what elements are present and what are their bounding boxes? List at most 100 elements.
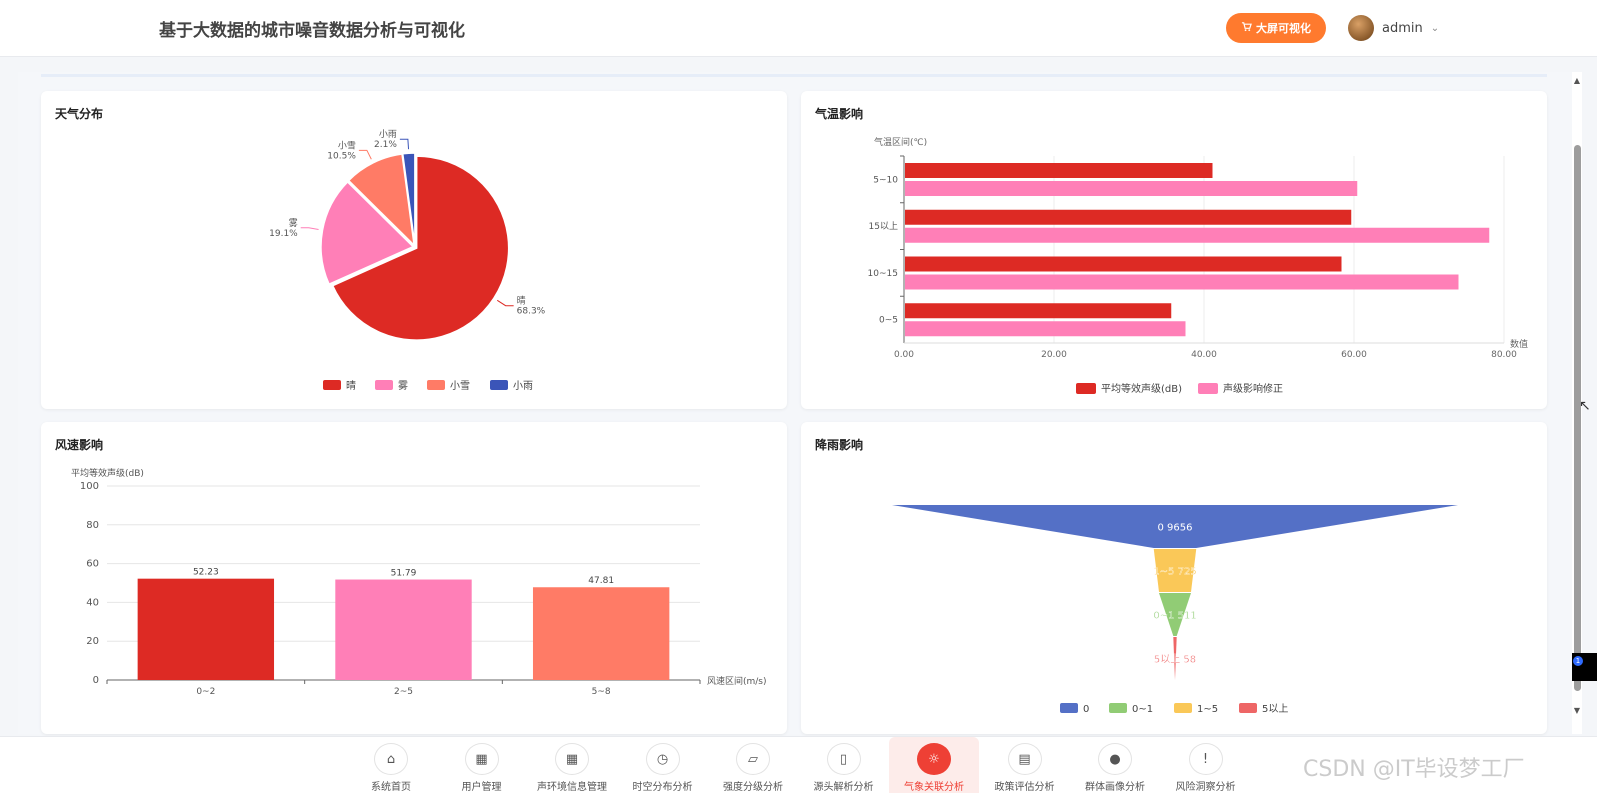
wind-card: 风速影响 平均等效声级(dB) 0 20 40 60 80 100 风速区间(m/s) 52.2… [41, 422, 787, 734]
hbar-xlabel: 数值 [1510, 338, 1528, 350]
scroll-up-arrow-icon[interactable]: ▲ [1572, 76, 1582, 85]
hbar-bar-0-0 [905, 163, 1213, 178]
cart-icon [1241, 21, 1252, 35]
nav-item-4[interactable]: ▱ 强度分级分析 [708, 737, 798, 793]
scrollbar-thumb[interactable] [1574, 145, 1581, 691]
hbar-xtick-1: 20.00 [1041, 350, 1067, 360]
nav-item-1[interactable]: ▦ 用户管理 [437, 737, 527, 793]
top-strip [41, 74, 1547, 77]
vbar-ytick-4: 80 [86, 520, 99, 531]
pie-label-pct-2: 10.5% [327, 151, 356, 161]
pie-label-name-1: 雾 [289, 218, 298, 229]
username: admin [1382, 20, 1423, 36]
temperature-bar-chart: 0.00 20.00 40.00 60.00 80.00 气温区间(℃) 数值 5~10 15以… [868, 136, 1528, 395]
book-icon: ▯ [826, 743, 861, 775]
hbar-bar-0-1 [905, 209, 1352, 225]
vbar-ytick-0: 0 [93, 675, 99, 686]
pie-legend-label-3: 小雨 [513, 380, 533, 392]
temperature-card: 气温影响 0.00 20.00 40.00 60.00 80.00 气温区间(℃) 数值 5~… [801, 91, 1547, 409]
nav-item-2[interactable]: ▦ 声环境信息管理 [527, 737, 617, 793]
nav-item-9[interactable]: ! 风险洞察分析 [1161, 737, 1251, 793]
alert-icon: ! [1188, 743, 1223, 775]
pie-label-pct-1: 19.1% [269, 229, 298, 239]
nav-item-label: 时空分布分析 [632, 782, 693, 793]
document-icon: ▤ [1007, 743, 1042, 775]
hbar-bar-1-0 [905, 181, 1358, 196]
vbar-value-label-1: 51.79 [391, 569, 417, 579]
vbar-bar-0 [137, 578, 275, 680]
hbar-legend-swatch-1 [1198, 383, 1218, 394]
weather-card: 天气分布 晴 68.3% 雾 19.1% 小雪 10.5% 小雨 2.1% 晴雾小雪 小雨 [41, 91, 787, 409]
pie-label-line-1 [300, 227, 319, 231]
vbar-xtick-label-1: 2~5 [394, 687, 413, 697]
nav-item-3[interactable]: ◷ 时空分布分析 [618, 737, 708, 793]
nav-item-label: 政策评估分析 [994, 782, 1055, 793]
hbar-xtick-3: 60.00 [1341, 350, 1367, 360]
notification-badge: 1 [1573, 656, 1583, 666]
hbar-legend-label-0: 平均等效声级(dB) [1101, 382, 1182, 395]
hbar-ytick-label-1: 15以上 [869, 221, 898, 232]
wind-bar-chart: 平均等效声级(dB) 0 20 40 60 80 100 风速区间(m/s) 52.23 0~2 5… [71, 467, 767, 697]
hbar-bar-1-1 [905, 227, 1490, 243]
hbar-ytick-label-2: 10~15 [868, 269, 898, 279]
hbar-ylabel: 气温区间(℃) [874, 136, 927, 148]
cursor-icon: ↖ [1579, 398, 1591, 414]
vbar-ytick-1: 20 [86, 636, 99, 647]
hbar-bar-1-2 [905, 274, 1459, 290]
clock-icon: ◷ [645, 743, 680, 775]
funnel-legend-swatch-0 [1060, 703, 1078, 713]
funnel-label-2: 0~1 511 [1153, 611, 1196, 622]
scroll-down-arrow-icon[interactable]: ▼ [1572, 706, 1582, 715]
nav-item-label: 用户管理 [461, 782, 502, 793]
funnel-legend-swatch-3 [1239, 703, 1257, 713]
nav-item-label: 强度分级分析 [723, 782, 783, 793]
presentation-icon: ▱ [736, 743, 770, 775]
vbar-ytick-3: 60 [86, 559, 99, 570]
funnel-legend-label-0: 0 [1083, 704, 1089, 715]
vbar-xtick-label-2: 5~8 [592, 687, 611, 697]
hbar-ytick-label-0: 5~10 [873, 175, 898, 185]
user-icon: ● [1098, 743, 1132, 775]
vbar-bar-1 [335, 579, 472, 680]
hbar-xtick-0: 0.00 [894, 350, 914, 360]
grid-icon: ▦ [555, 743, 589, 775]
hbar-bar-0-2 [905, 256, 1342, 272]
nav-item-label: 源头解析分析 [813, 782, 874, 793]
pie-label-name-2: 小雪 [338, 140, 356, 151]
vbar-ytick-5: 100 [80, 481, 99, 492]
nav-item-6[interactable]: ☼ 气象关联分析 [889, 737, 979, 793]
nav-item-0[interactable]: ⌂ 系统首页 [346, 737, 436, 793]
vbar-ylabel: 平均等效声级(dB) [71, 467, 144, 479]
hbar-ytick-label-3: 0~5 [879, 316, 898, 326]
nav-item-label: 系统首页 [371, 782, 411, 793]
bigscreen-label: 大屏可视化 [1256, 22, 1311, 35]
bigscreen-button[interactable]: 大屏可视化 [1226, 13, 1326, 43]
vbar-value-label-0: 52.23 [193, 568, 219, 578]
funnel-legend-label-1: 0~1 [1132, 704, 1153, 715]
hbar-bar-1-3 [905, 321, 1186, 337]
funnel-legend-swatch-2 [1174, 703, 1192, 713]
funnel-legend-swatch-1 [1109, 703, 1127, 713]
pie-label-line-2 [358, 149, 372, 160]
chevron-down-icon: ⌄ [1430, 22, 1440, 34]
avatar [1348, 15, 1374, 41]
grid-icon: ▦ [464, 743, 499, 775]
nav-item-label: 气象关联分析 [904, 782, 964, 793]
nav-item-5[interactable]: ▯ 源头解析分析 [799, 737, 889, 793]
nav-item-8[interactable]: ● 群体画像分析 [1070, 737, 1160, 793]
vbar-value-label-2: 47.81 [588, 576, 614, 586]
nav-item-label: 声环境信息管理 [537, 782, 607, 793]
pie-legend-swatch-0 [323, 380, 341, 390]
pie-label-line-3 [399, 138, 410, 150]
nav-item-7[interactable]: ▤ 政策评估分析 [980, 737, 1070, 793]
home-icon: ⌂ [374, 743, 408, 775]
vbar-xlabel: 风速区间(m/s) [707, 675, 767, 687]
rain-funnel-chart: 0 9656 1~5 725 0~1 511 5以上 58 0 0~1 1~5 5以上 [892, 505, 1458, 715]
user-menu[interactable]: admin ⌄ [1348, 14, 1439, 42]
weather-pie-chart: 晴68.3%雾19.1%小雪10.5%小雨2.1%晴雾小雪 小雨 [269, 129, 546, 392]
app-title: 基于大数据的城市噪音数据分析与可视化 [159, 21, 465, 41]
pie-legend-label-1: 雾 [398, 380, 408, 392]
pie-legend-swatch-1 [375, 380, 393, 390]
hbar-legend-label-1: 声级影响修正 [1223, 382, 1283, 395]
pie-legend-swatch-2 [427, 380, 445, 390]
